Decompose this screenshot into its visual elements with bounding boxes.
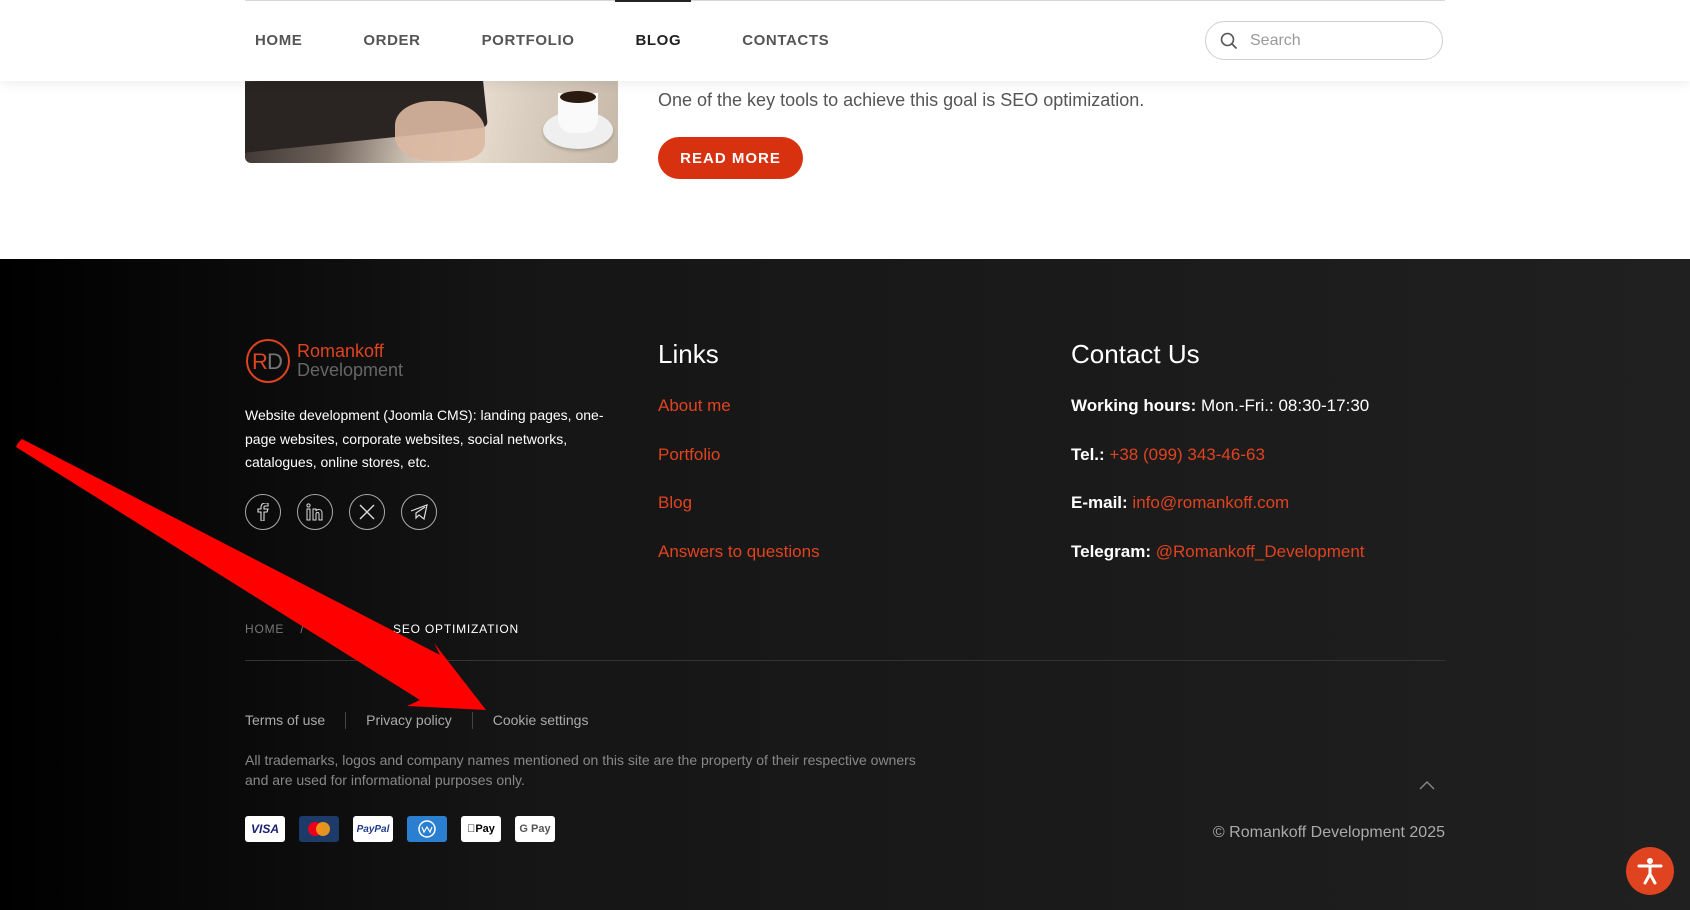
email: E-mail: info@romankoff.com (1071, 493, 1290, 512)
x-icon[interactable] (349, 494, 385, 530)
search-box[interactable] (1205, 21, 1443, 60)
article-thumbnail[interactable] (245, 81, 618, 163)
payment-methods: VISA PayPal Pay G Pay (245, 816, 569, 842)
telegram-icon[interactable] (401, 494, 437, 530)
breadcrumb-blog[interactable]: BLOG (320, 622, 357, 636)
telegram-link[interactable]: @Romankoff_Development (1156, 542, 1365, 561)
paypal-icon: PayPal (353, 816, 393, 842)
chevron-up-icon[interactable] (1419, 777, 1435, 795)
social-links (245, 494, 453, 530)
link-answers[interactable]: Answers to questions (658, 542, 820, 591)
footer-divider (245, 660, 1445, 661)
svg-text:D: D (267, 349, 283, 374)
rd-logo-icon: R D (246, 339, 290, 383)
privacy-link[interactable]: Privacy policy (366, 712, 452, 729)
legal-links: Terms of use Privacy policy Cookie setti… (245, 712, 588, 729)
logo-line1: Romankoff (297, 341, 384, 361)
link-blog[interactable]: Blog (658, 493, 820, 542)
contact-info: Working hours: Mon.-Fri.: 08:30-17:30 Te… (1071, 396, 1369, 590)
site-header: HOME ORDER PORTFOLIO BLOG CONTACTS (0, 0, 1690, 81)
breadcrumb-home[interactable]: HOME (245, 622, 284, 636)
logo-line2: Development (297, 360, 404, 380)
copyright: © Romankoff Development 2025 (1212, 824, 1445, 841)
breadcrumb-current: SEO OPTIMIZATION (393, 622, 519, 636)
footer-logo[interactable]: R D Romankoff Development (245, 338, 403, 384)
nav-home[interactable]: HOME (245, 0, 302, 81)
terms-link[interactable]: Terms of use (245, 712, 325, 729)
contacts-heading: Contact Us (1071, 339, 1200, 369)
nav-blog[interactable]: BLOG (615, 0, 691, 81)
mastercard-icon (299, 816, 339, 842)
article-excerpt: One of the key tools to achieve this goa… (658, 90, 1145, 110)
nav-order[interactable]: ORDER (353, 0, 420, 81)
cookie-settings-link[interactable]: Cookie settings (493, 712, 589, 729)
linkedin-icon[interactable] (297, 494, 333, 530)
breadcrumb: HOME / BLOG / SEO OPTIMIZATION (245, 622, 519, 636)
google-pay-icon: G Pay (515, 816, 555, 842)
links-heading: Links (658, 339, 719, 369)
nav-portfolio[interactable]: PORTFOLIO (472, 0, 575, 81)
company-description: Website development (Joomla CMS): landin… (245, 407, 604, 470)
main-nav: HOME ORDER PORTFOLIO BLOG CONTACTS (245, 0, 880, 81)
link-about-me[interactable]: About me (658, 396, 820, 445)
accessibility-icon[interactable] (1626, 847, 1674, 895)
webmoney-icon (407, 816, 447, 842)
search-icon (1220, 32, 1238, 49)
visa-icon: VISA (245, 816, 285, 842)
link-portfolio[interactable]: Portfolio (658, 445, 820, 494)
facebook-icon[interactable] (245, 494, 281, 530)
phone: Tel.: +38 (099) 343-46-63 (1071, 444, 1265, 464)
footer-links: About me Portfolio Blog Answers to quest… (658, 396, 820, 590)
nav-contacts[interactable]: CONTACTS (732, 0, 829, 81)
working-hours: Working hours: Mon.-Fri.: 08:30-17:30 (1071, 396, 1370, 415)
apple-pay-icon: Pay (461, 816, 501, 842)
search-input[interactable] (1248, 30, 1432, 51)
telegram: Telegram: @Romankoff_Development (1071, 541, 1365, 561)
disclaimer: All trademarks, logos and company names … (245, 752, 916, 788)
read-more-button[interactable]: READ MORE (658, 137, 803, 179)
email-link[interactable]: info@romankoff.com (1132, 493, 1289, 512)
svg-text:R: R (252, 349, 268, 374)
phone-link[interactable]: +38 (099) 343-46-63 (1109, 445, 1264, 464)
